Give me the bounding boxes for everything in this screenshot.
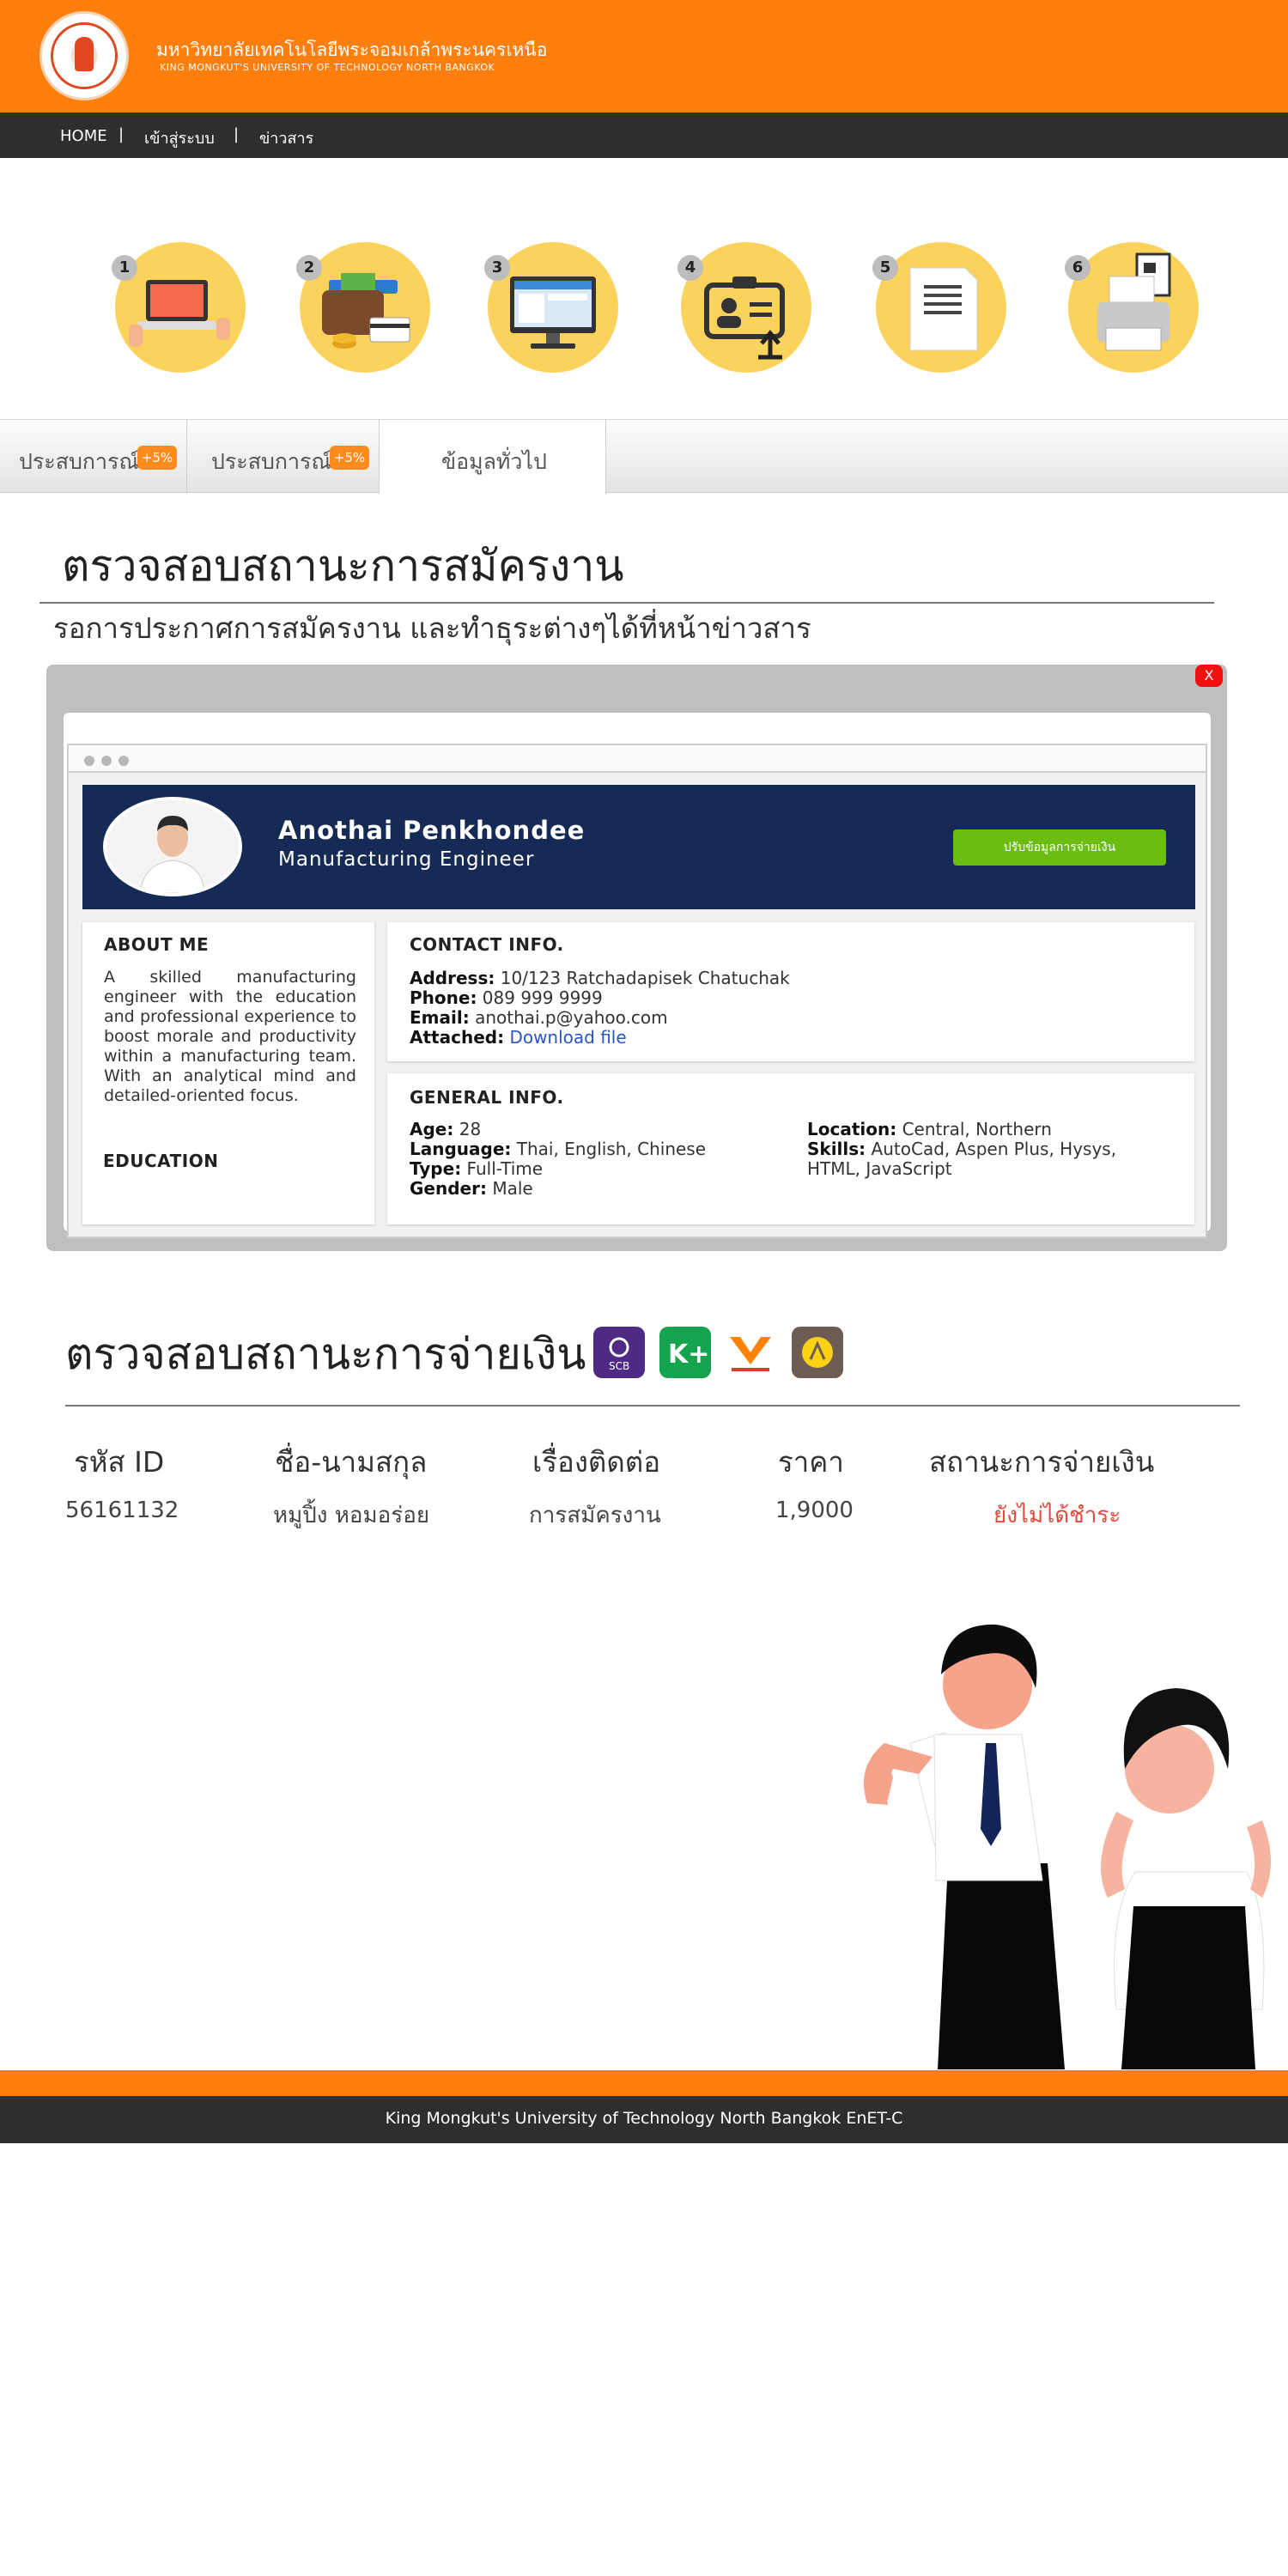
tab-label: ประสบการณ์ (211, 449, 331, 474)
step-4: 4 (677, 242, 811, 373)
step-2: 2 (296, 242, 430, 373)
nav-separator: | (118, 125, 125, 143)
general-gender: Gender: Male (410, 1178, 533, 1199)
cell-id: 56161132 (65, 1498, 179, 1523)
footer-bar (0, 2070, 1288, 2096)
contact-email: Email: anothai.p@yahoo.com (410, 1007, 668, 1028)
step-5: 5 (872, 242, 1006, 373)
step-number: 2 (296, 255, 322, 281)
close-button[interactable]: X (1195, 665, 1223, 687)
svg-text:K+: K+ (668, 1340, 709, 1370)
university-logo[interactable] (39, 11, 129, 100)
general-language: Language: Thai, English, Chinese (410, 1139, 707, 1159)
step-number: 6 (1065, 255, 1091, 281)
site-header: มหาวิทยาลัยเทคโนโลยีพระจอมเกล้าพระนครเหน… (0, 0, 1288, 112)
scb-icon[interactable]: SCB (593, 1327, 645, 1378)
col-header-status: สถานะการจ่ายเงิน (929, 1445, 1155, 1479)
nav-login-link[interactable]: เข้าสู่ระบบ (144, 125, 215, 150)
tab-experience-2[interactable]: ประสบการณ์ +5% (187, 420, 380, 494)
cell-name: หมูปิ้ง หอมอร่อย (273, 1503, 430, 1528)
general-location: Location: Central, Northern (807, 1119, 1052, 1139)
step-number: 3 (484, 255, 510, 281)
divider (65, 1405, 1240, 1406)
tab-badge: +5% (330, 446, 369, 470)
application-status-subtitle: รอการประกาศการสมัครงาน และทำธุระต่างๆได้… (53, 611, 811, 645)
tab-label: ประสบการณ์ (19, 449, 139, 474)
business-people-illustration (863, 1624, 1271, 2069)
contact-phone: Phone: 089 999 9999 (410, 987, 603, 1008)
nav-news-link[interactable]: ข่าวสาร (259, 125, 313, 150)
general-heading: GENERAL INFO. (410, 1087, 564, 1108)
top-nav: HOME | เข้าสู่ระบบ | ข่าวสาร (0, 112, 1288, 158)
browser-dot-icon (84, 756, 94, 766)
kplus-icon[interactable]: K+ (659, 1327, 711, 1378)
col-header-price: ราคา (778, 1445, 844, 1479)
krungsri-icon[interactable] (792, 1327, 843, 1378)
step-number: 4 (677, 255, 703, 281)
divider (39, 602, 1214, 604)
tab-experience-1[interactable]: ประสบการณ์ +5% (0, 420, 187, 494)
col-header-subject: เรื่องติดต่อ (532, 1445, 661, 1479)
application-status-title: ตรวจสอบสถานะการสมัครงาน (62, 541, 624, 591)
col-header-name: ชื่อ-นามสกุล (275, 1445, 428, 1479)
cell-payment-status: ยังไม่ได้ชำระ (993, 1503, 1121, 1528)
general-type: Type: Full-Time (410, 1158, 544, 1179)
tab-badge: +5% (137, 446, 177, 470)
step-number: 1 (112, 255, 137, 281)
cell-subject: การสมัครงาน (529, 1503, 661, 1528)
tab-general-info[interactable]: ข้อมูลทั่วไป (380, 420, 606, 495)
tab-bar: ประสบการณ์ +5% ประสบการณ์ +5% ข้อมูลทั่ว… (0, 419, 1288, 495)
step-number: 5 (872, 255, 898, 281)
profile-name: Anothai Penkhondee (278, 816, 586, 845)
browser-dot-icon (101, 756, 112, 766)
nav-home-link[interactable]: HOME (60, 127, 107, 145)
profile-role: Manufacturing Engineer (278, 848, 535, 871)
cell-price: 1,9000 (775, 1498, 854, 1523)
step-3: 3 (484, 242, 618, 373)
nav-separator: | (234, 125, 240, 143)
footer-text: King Mongkut's University of Technology … (385, 2109, 903, 2128)
contact-attached: Attached: Download file (410, 1027, 627, 1048)
avatar (103, 797, 242, 896)
university-name-th: มหาวิทยาลัยเทคโนโลยีพระจอมเกล้าพระนครเหน… (156, 39, 548, 60)
about-text: A skilled manufacturing engineer with th… (104, 968, 356, 1105)
general-age: Age: 28 (410, 1119, 482, 1139)
col-header-id: รหัส ID (74, 1445, 165, 1479)
tab-label: ข้อมูลทั่วไป (441, 449, 547, 474)
browser-dot-icon (118, 756, 129, 766)
download-file-link[interactable]: Download file (509, 1027, 626, 1048)
edit-payment-button[interactable]: ปรับข้อมูลการจ่ายเงิน (953, 829, 1166, 866)
about-heading: ABOUT ME (104, 934, 210, 955)
university-name-en: KING MONGKUT'S UNIVERSITY OF TECHNOLOGY … (160, 62, 495, 73)
svg-text:SCB: SCB (609, 1360, 629, 1372)
contact-address: Address: 10/123 Ratchadapisek Chatuchak (410, 968, 790, 988)
general-skills: Skills: AutoCad, Aspen Plus, Hysys, (807, 1139, 1117, 1159)
page: { "header": { "university_th": "มหาวิทยา… (0, 0, 1288, 2576)
step-6: 6 (1065, 242, 1199, 373)
contact-heading: CONTACT INFO. (410, 934, 564, 955)
truemoney-icon[interactable] (725, 1327, 776, 1378)
general-skills-cont: HTML, JavaScript (807, 1158, 952, 1179)
step-1: 1 (112, 242, 246, 373)
browser-toolbar (67, 744, 1207, 773)
education-heading: EDUCATION (103, 1151, 219, 1171)
payment-status-title: ตรวจสอบสถานะการจ่ายเงิน (65, 1329, 586, 1379)
